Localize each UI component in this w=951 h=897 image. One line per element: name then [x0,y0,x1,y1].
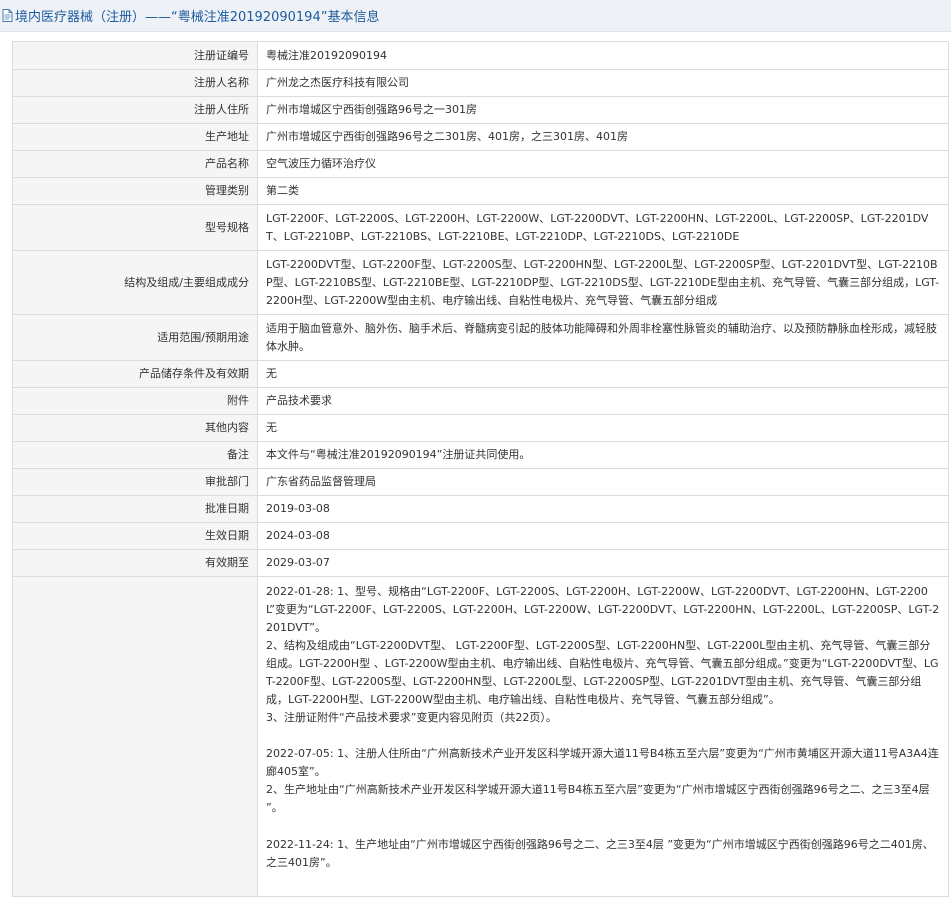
row-label: 审批部门 [12,468,258,496]
history-line: 2022-11-24: 1、生产地址由“广州市增城区宁西街创强路96号之二、之三… [266,837,934,869]
row-value: 无 [257,414,949,442]
change-history-row: 2022-01-28: 1、型号、规格由“LGT-2200F、LGT-2200S… [12,576,949,897]
row-label: 型号规格 [12,204,258,251]
row-value: 2029-03-07 [257,549,949,577]
history-entry: 2022-11-24: 1、生产地址由“广州市增城区宁西街创强路96号之二、之三… [266,836,940,872]
row-label: 有效期至 [12,549,258,577]
row-label-empty [12,576,258,897]
table-row: 有效期至 2029-03-07 [12,549,949,577]
table-row: 适用范围/预期用途 适用于脑血管意外、脑外伤、脑手术后、脊髓病变引起的肢体功能障… [12,314,949,361]
row-label: 备注 [12,441,258,469]
history-line: 2022-07-05: 1、注册人住所由“广州高新技术产业开发区科学城开源大道1… [266,747,939,779]
row-value: 本文件与“粤械注准20192090194”注册证共同使用。 [257,441,949,469]
row-value: 无 [257,360,949,388]
row-label: 其他内容 [12,414,258,442]
table-row: 生产地址 广州市增城区宁西街创强路96号之二301房、401房，之三301房、4… [12,123,949,151]
change-history: 2022-01-28: 1、型号、规格由“LGT-2200F、LGT-2200S… [257,576,949,897]
row-value: 广州市增城区宁西街创强路96号之二301房、401房，之三301房、401房 [257,123,949,151]
row-value: 广州龙之杰医疗科技有限公司 [257,69,949,97]
row-label: 产品储存条件及有效期 [12,360,258,388]
history-line: 2022-01-28: 1、型号、规格由“LGT-2200F、LGT-2200S… [266,584,940,634]
row-value: 第二类 [257,177,949,205]
table-row: 审批部门 广东省药品监督管理局 [12,468,949,496]
table-row: 附件 产品技术要求 [12,387,949,415]
history-line: 2、生产地址由“广州高新技术产业开发区科学城开源大道11号B4栋五至六层”变更为… [266,783,930,815]
table-row: 结构及组成/主要组成成分 LGT-2200DVT型、LGT-2200F型、LGT… [12,250,949,315]
row-value: 2019-03-08 [257,495,949,523]
table-row: 备注 本文件与“粤械注准20192090194”注册证共同使用。 [12,441,949,469]
table-row: 生效日期 2024-03-08 [12,522,949,550]
row-value: 粤械注准20192090194 [257,41,949,70]
history-line: 3、注册证附件“产品技术要求”变更内容见附页（共22页）。 [266,710,557,724]
table-row: 注册人住所 广州市增城区宁西街创强路96号之一301房 [12,96,949,124]
row-value: 产品技术要求 [257,387,949,415]
row-label: 附件 [12,387,258,415]
row-label: 适用范围/预期用途 [12,314,258,361]
table-row: 产品储存条件及有效期 无 [12,360,949,388]
row-value: LGT-2200DVT型、LGT-2200F型、LGT-2200S型、LGT-2… [257,250,949,315]
row-label: 管理类别 [12,177,258,205]
row-label: 注册人住所 [12,96,258,124]
row-label: 结构及组成/主要组成成分 [12,250,258,315]
row-label: 产品名称 [12,150,258,178]
table-row: 注册证编号 粤械注准20192090194 [12,41,949,70]
table-row: 注册人名称 广州龙之杰医疗科技有限公司 [12,69,949,97]
history-entry: 2022-07-05: 1、注册人住所由“广州高新技术产业开发区科学城开源大道1… [266,745,940,817]
row-value: 空气波压力循环治疗仪 [257,150,949,178]
history-line: 2、结构及组成由“LGT-2200DVT型、 LGT-2200F型、LGT-22… [266,638,939,706]
page-title: 境内医疗器械（注册）——“粤械注准20192090194”基本信息 [15,10,380,25]
row-value: 2024-03-08 [257,522,949,550]
row-value: 广东省药品监督管理局 [257,468,949,496]
row-label: 生效日期 [12,522,258,550]
row-value: 适用于脑血管意外、脑外伤、脑手术后、脊髓病变引起的肢体功能障碍和外周非栓塞性脉管… [257,314,949,361]
row-value: 广州市增城区宁西街创强路96号之一301房 [257,96,949,124]
table-row: 其他内容 无 [12,414,949,442]
row-label: 注册证编号 [12,41,258,70]
row-label: 批准日期 [12,495,258,523]
table-row: 管理类别 第二类 [12,177,949,205]
page-header: 境内医疗器械（注册）——“粤械注准20192090194”基本信息 [0,0,951,32]
history-entry: 2022-01-28: 1、型号、规格由“LGT-2200F、LGT-2200S… [266,583,940,727]
row-label: 生产地址 [12,123,258,151]
table-row: 型号规格 LGT-2200F、LGT-2200S、LGT-2200H、LGT-2… [12,204,949,251]
table-row: 产品名称 空气波压力循环治疗仪 [12,150,949,178]
row-label: 注册人名称 [12,69,258,97]
document-icon [2,9,13,22]
table-row: 批准日期 2019-03-08 [12,495,949,523]
info-table: 注册证编号 粤械注准20192090194 注册人名称 广州龙之杰医疗科技有限公… [12,41,949,897]
row-value: LGT-2200F、LGT-2200S、LGT-2200H、LGT-2200W、… [257,204,949,251]
